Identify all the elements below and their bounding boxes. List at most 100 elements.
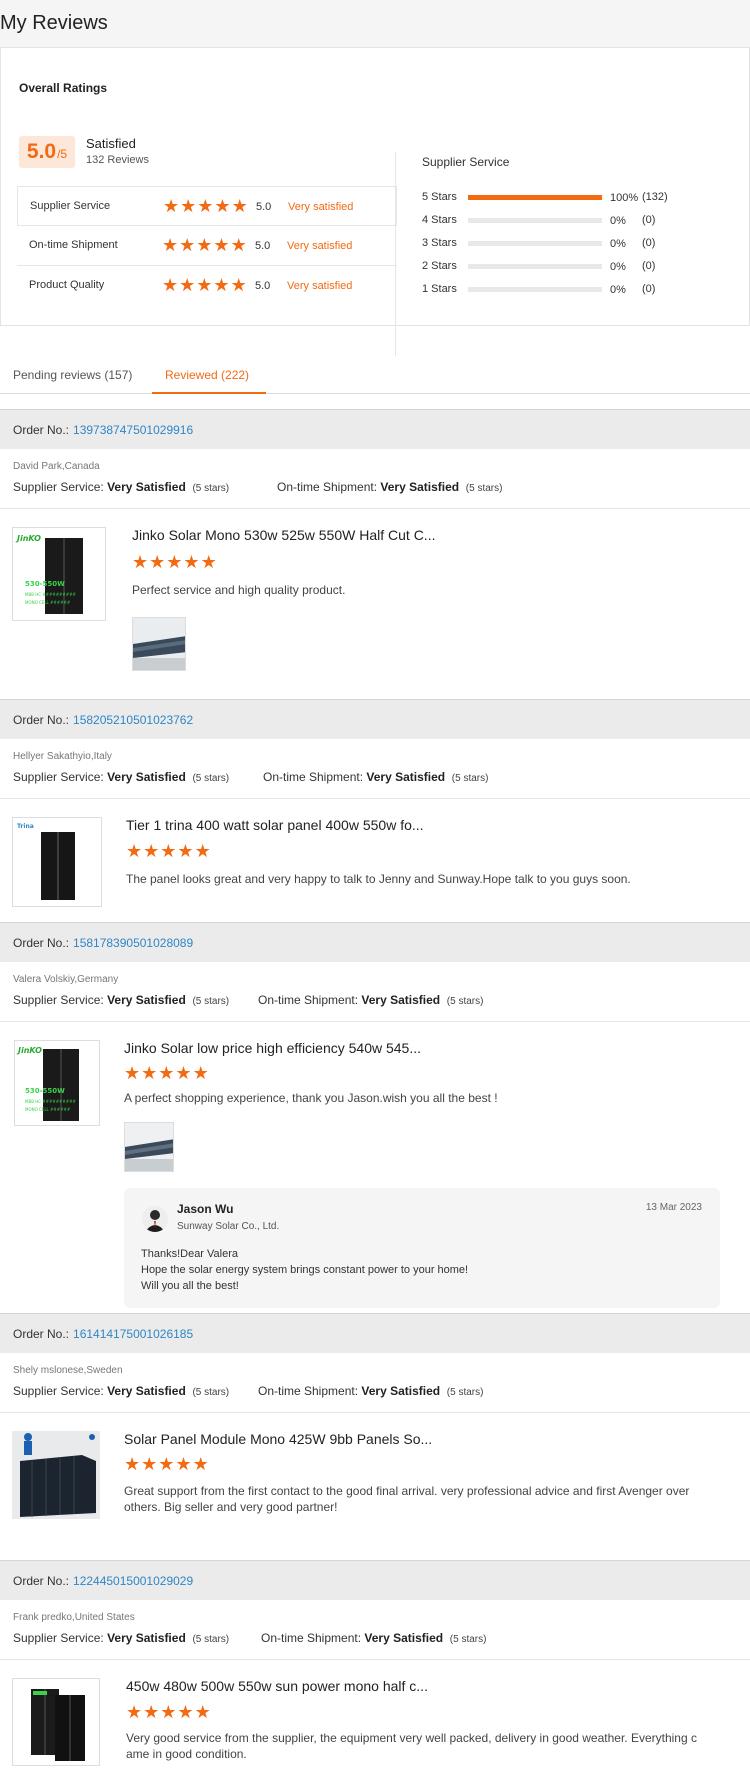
ontime-shipment-label: On-time Shipment: [261, 1631, 362, 1645]
review-star-rating: ★ ★ ★ ★ ★ [124, 1065, 209, 1083]
star-icon: ★ [230, 235, 247, 256]
product-thumbnail[interactable]: Trina [12, 817, 102, 907]
tab-pending-reviews[interactable]: Pending reviews (157) [13, 368, 132, 382]
product-thumbnail[interactable] [12, 1431, 100, 1519]
supplier-service-label: Supplier Service: [13, 1631, 104, 1645]
order-number-link[interactable]: 158178390501028089 [73, 936, 193, 950]
rating-row-label: Product Quality [29, 279, 105, 291]
product-title-link[interactable]: Tier 1 trina 400 watt solar panel 400w 5… [126, 817, 424, 833]
rating-row-ontime-shipment: On-time Shipment ★ ★ ★ ★ ★ 5.0 Very satisfie… [17, 226, 397, 266]
review-text: Perfect service and high quality product… [132, 583, 346, 597]
ontime-shipment-stars: (5 stars) [449, 1634, 487, 1645]
active-tab-indicator [152, 392, 266, 394]
star-distribution: 5 Stars 100% (132) 4 Stars 0% (0) 3 Star… [422, 189, 722, 304]
review-photo[interactable] [132, 617, 186, 671]
buyer-name: Frank predko,United States [13, 1612, 135, 1623]
supplier-service-stars: (5 stars) [192, 483, 230, 494]
svg-text:JinKO: JinKO [16, 1046, 42, 1055]
reply-line: Will you all the best! [141, 1280, 239, 1292]
page-title: My Reviews [0, 12, 108, 34]
star-icon: ★ [126, 1702, 143, 1723]
distribution-label: 4 Stars [422, 214, 457, 226]
star-icon: ★ [124, 1063, 141, 1084]
star-icon: ★ [160, 1702, 177, 1723]
distribution-count: (0) [642, 260, 656, 272]
star-rating: ★ ★ ★ ★ ★ [162, 277, 247, 295]
star-icon: ★ [143, 841, 160, 862]
svg-text:530-550W: 530-550W [25, 580, 65, 588]
star-icon: ★ [158, 1063, 175, 1084]
distribution-label: 3 Stars [422, 237, 457, 249]
order-header: Order No.: 158178390501028089 [0, 922, 750, 962]
rating-row-product-quality: Product Quality ★ ★ ★ ★ ★ 5.0 Very satisfied [17, 266, 397, 306]
ontime-shipment-label: On-time Shipment: [277, 480, 378, 494]
star-icon: ★ [200, 552, 217, 573]
star-icon: ★ [213, 275, 230, 296]
product-title-link[interactable]: Solar Panel Module Mono 425W 9bb Panels … [124, 1431, 432, 1447]
svg-text:JinKO: JinKO [15, 534, 41, 543]
star-icon: ★ [124, 1454, 141, 1475]
product-thumbnail[interactable]: JinKO 530-550W MBB HC ########## MONO CE… [12, 527, 106, 621]
overall-score-suffix: /5 [57, 147, 68, 161]
order-header: Order No.: 158205210501023762 [0, 699, 750, 739]
star-icon: ★ [179, 235, 196, 256]
star-icon: ★ [213, 235, 230, 256]
page-header: My Reviews [0, 0, 750, 48]
order-no-label: Order No.: [13, 422, 70, 437]
distribution-row: 2 Stars 0% (0) [422, 258, 722, 281]
supplier-service-stars: (5 stars) [192, 1387, 230, 1398]
rating-row-label: On-time Shipment [29, 239, 118, 251]
product-title-link[interactable]: Jinko Solar low price high efficiency 54… [124, 1040, 421, 1056]
supplier-service-stars: (5 stars) [192, 773, 230, 784]
overall-summary: Satisfied [86, 136, 136, 151]
supplier-service-label: Supplier Service: [13, 770, 104, 784]
star-icon: ★ [166, 552, 183, 573]
product-thumbnail[interactable]: JinKO 530-550W MBB HC ########## MONO CE… [14, 1040, 100, 1126]
distribution-label: 2 Stars [422, 260, 457, 272]
rating-row-supplier-service: Supplier Service ★ ★ ★ ★ ★ 5.0 Very satisfie… [17, 186, 397, 226]
service-ratings: Supplier Service: Very Satisfied (5 star… [13, 1384, 750, 1400]
supplier-service-value: Very Satisfied [107, 770, 186, 784]
divider [0, 1659, 750, 1660]
order-header: Order No.: 161414175001026185 [0, 1313, 750, 1353]
supplier-service-label: Supplier Service: [13, 993, 104, 1007]
order-header: Order No.: 122445015001029029 [0, 1560, 750, 1600]
service-ratings: Supplier Service: Very Satisfied (5 star… [13, 480, 750, 496]
review-text-line: ame in good condition. [126, 1747, 247, 1761]
star-icon: ★ [175, 1454, 192, 1475]
overall-score-badge: 5.0 /5 [19, 136, 75, 168]
order-no-label: Order No.: [13, 1573, 70, 1588]
tab-reviewed[interactable]: Reviewed (222) [165, 368, 249, 382]
distribution-row: 5 Stars 100% (132) [422, 189, 722, 212]
product-thumbnail[interactable] [12, 1678, 100, 1766]
distribution-percent: 0% [610, 261, 626, 273]
star-icon: ★ [160, 841, 177, 862]
divider [0, 798, 750, 799]
product-title-link[interactable]: 450w 480w 500w 550w sun power mono half … [126, 1678, 428, 1694]
product-title-link[interactable]: Jinko Solar Mono 530w 525w 550W Half Cut… [132, 527, 435, 543]
ontime-shipment-stars: (5 stars) [446, 1387, 484, 1398]
order-number-link[interactable]: 139738747501029916 [73, 423, 193, 437]
distribution-percent: 0% [610, 284, 626, 296]
order-number-link[interactable]: 161414175001026185 [73, 1327, 193, 1341]
star-icon: ★ [126, 841, 143, 862]
distribution-bar-fill [468, 195, 602, 200]
distribution-row: 4 Stars 0% (0) [422, 212, 722, 235]
star-icon: ★ [177, 841, 194, 862]
distribution-bar [468, 287, 602, 292]
star-icon: ★ [143, 1702, 160, 1723]
order-card: Order No.: 158205210501023762 Hellyer Sa… [0, 699, 750, 907]
rating-row-text: Very satisfied [288, 201, 354, 213]
review-text-line: Very good service from the supplier, the… [126, 1731, 697, 1745]
order-number-link[interactable]: 158205210501023762 [73, 713, 193, 727]
order-no-label: Order No.: [13, 712, 70, 727]
review-text: Great support from the first contact to … [124, 1483, 724, 1515]
review-photo[interactable] [124, 1122, 174, 1172]
review-text-line: others. Big seller and very good partner… [124, 1500, 338, 1514]
ontime-shipment-label: On-time Shipment: [263, 770, 364, 784]
order-number-link[interactable]: 122445015001029029 [73, 1574, 193, 1588]
order-no-label: Order No.: [13, 1326, 70, 1341]
star-icon: ★ [197, 196, 214, 217]
svg-text:MONO CELL ######: MONO CELL ###### [25, 600, 71, 605]
star-icon: ★ [175, 1063, 192, 1084]
